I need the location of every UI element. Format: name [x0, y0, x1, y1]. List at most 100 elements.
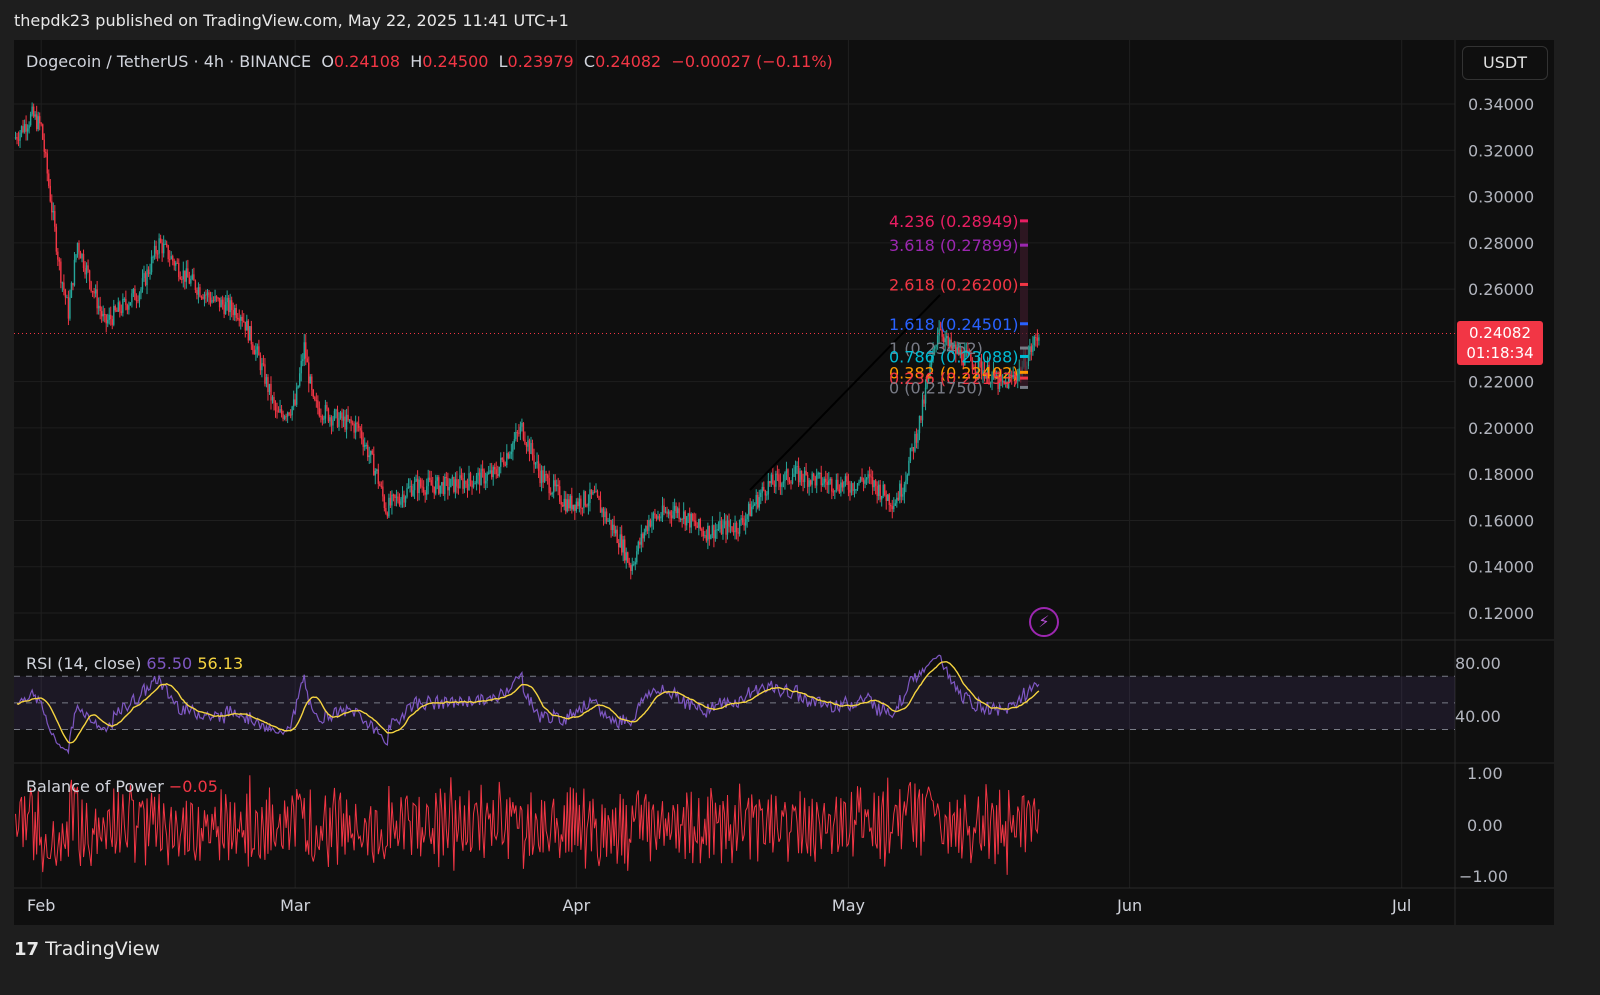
- candle-body: [806, 474, 809, 487]
- fib-marker: [1020, 385, 1028, 389]
- candle-body: [339, 412, 342, 419]
- candle-body: [1035, 336, 1037, 339]
- candle-body: [209, 297, 212, 303]
- candle-body: [193, 274, 195, 281]
- candle-body: [447, 478, 449, 491]
- candle-body: [893, 505, 895, 510]
- lightning-icon[interactable]: ⚡: [1029, 607, 1059, 637]
- candle-body: [179, 277, 181, 279]
- candle-body: [888, 494, 890, 505]
- candle-body: [49, 185, 51, 202]
- candle-body: [37, 116, 39, 130]
- candle-body: [685, 516, 688, 526]
- candle-body: [580, 498, 582, 508]
- tradingview-logo[interactable]: 𝟭𝟳 TradingView: [14, 938, 160, 960]
- candle-body: [489, 470, 491, 473]
- candle-body: [441, 482, 443, 486]
- candle-body: [608, 519, 611, 521]
- candle-body: [211, 300, 213, 303]
- candle-body: [809, 480, 812, 485]
- candle-body: [749, 503, 751, 517]
- candle-body: [32, 106, 35, 117]
- candle-body: [299, 373, 301, 386]
- rsi-tick: 80.00: [1455, 654, 1501, 673]
- candle-body: [858, 481, 860, 484]
- high-label: H: [410, 52, 423, 71]
- candle-body: [90, 281, 92, 292]
- candle-body: [787, 469, 789, 482]
- candle-body: [223, 304, 225, 315]
- candle-body: [332, 419, 334, 426]
- close-label: C: [583, 52, 596, 71]
- candle-body: [391, 494, 393, 506]
- candle-body: [327, 408, 330, 422]
- candle-body: [555, 484, 558, 487]
- candle-body: [820, 472, 822, 486]
- candle-body: [40, 123, 42, 125]
- candle-body: [412, 490, 414, 496]
- candle-body: [70, 282, 73, 298]
- candle-body: [14, 136, 17, 139]
- candle-body: [25, 124, 27, 132]
- candle-body: [370, 450, 372, 456]
- candle-body: [569, 495, 571, 509]
- candle-body: [548, 478, 550, 494]
- candle-body: [323, 418, 325, 420]
- candle-body: [543, 474, 546, 483]
- candle-body: [664, 511, 667, 513]
- chart-panel[interactable]: 0.34000 0.32000 0.30000 0.28000 0.26000 0.220…: [14, 40, 1554, 925]
- candle-body: [630, 565, 632, 571]
- candle-body: [648, 520, 650, 531]
- candle-body: [79, 252, 82, 259]
- low-value: 0.23979: [507, 52, 574, 71]
- candle-body: [244, 321, 246, 331]
- rsi-label[interactable]: RSI (14, close): [26, 654, 141, 673]
- candle-body: [620, 534, 623, 553]
- candle-body: [286, 412, 289, 417]
- candle-body: [238, 318, 240, 321]
- candle-body: [16, 136, 18, 140]
- candle-body: [607, 520, 609, 522]
- candle-body: [560, 501, 562, 505]
- candle-body: [920, 415, 922, 421]
- price-tick: 0.20000: [1468, 419, 1534, 438]
- candle-body: [308, 362, 310, 384]
- candle-body: [172, 256, 174, 261]
- bop-label[interactable]: Balance of Power: [26, 777, 164, 796]
- fib-level-label: 0 (0.21750): [889, 378, 983, 397]
- candle-body: [357, 423, 360, 428]
- candle-body: [67, 297, 70, 319]
- bop-legend: Balance of Power −0.05: [26, 777, 218, 796]
- candle-body: [766, 494, 768, 496]
- candle-body: [427, 477, 429, 487]
- candle-body: [698, 519, 700, 528]
- candle-body: [1029, 346, 1031, 355]
- candle-body: [76, 243, 79, 255]
- candle-body: [42, 124, 44, 140]
- candle-body: [877, 484, 880, 497]
- candle-body: [235, 307, 237, 318]
- candle-body: [252, 344, 254, 351]
- candle-body: [788, 481, 791, 483]
- candle-body: [890, 504, 892, 507]
- fib-marker: [1020, 243, 1028, 247]
- candle-body: [400, 498, 402, 505]
- candle-body: [917, 433, 919, 443]
- candle-body: [530, 443, 532, 454]
- candle-body: [778, 474, 780, 482]
- candle-body: [364, 445, 366, 447]
- candle-body: [776, 473, 779, 475]
- candle-body: [410, 485, 413, 496]
- candle-body: [803, 470, 806, 483]
- candle-body: [651, 520, 653, 527]
- candle-body: [477, 472, 479, 476]
- candle-body: [181, 278, 183, 280]
- candle-body: [224, 302, 227, 315]
- chart-canvas[interactable]: 0.34000 0.32000 0.30000 0.28000 0.26000 0.220…: [14, 40, 1554, 925]
- symbol-name[interactable]: Dogecoin / TetherUS · 4h · BINANCE: [26, 52, 311, 71]
- candle-body: [758, 497, 760, 508]
- open-value: 0.24108: [333, 52, 401, 71]
- currency-button[interactable]: USDT: [1462, 46, 1548, 80]
- candle-body: [557, 484, 559, 487]
- candle-body: [409, 485, 411, 487]
